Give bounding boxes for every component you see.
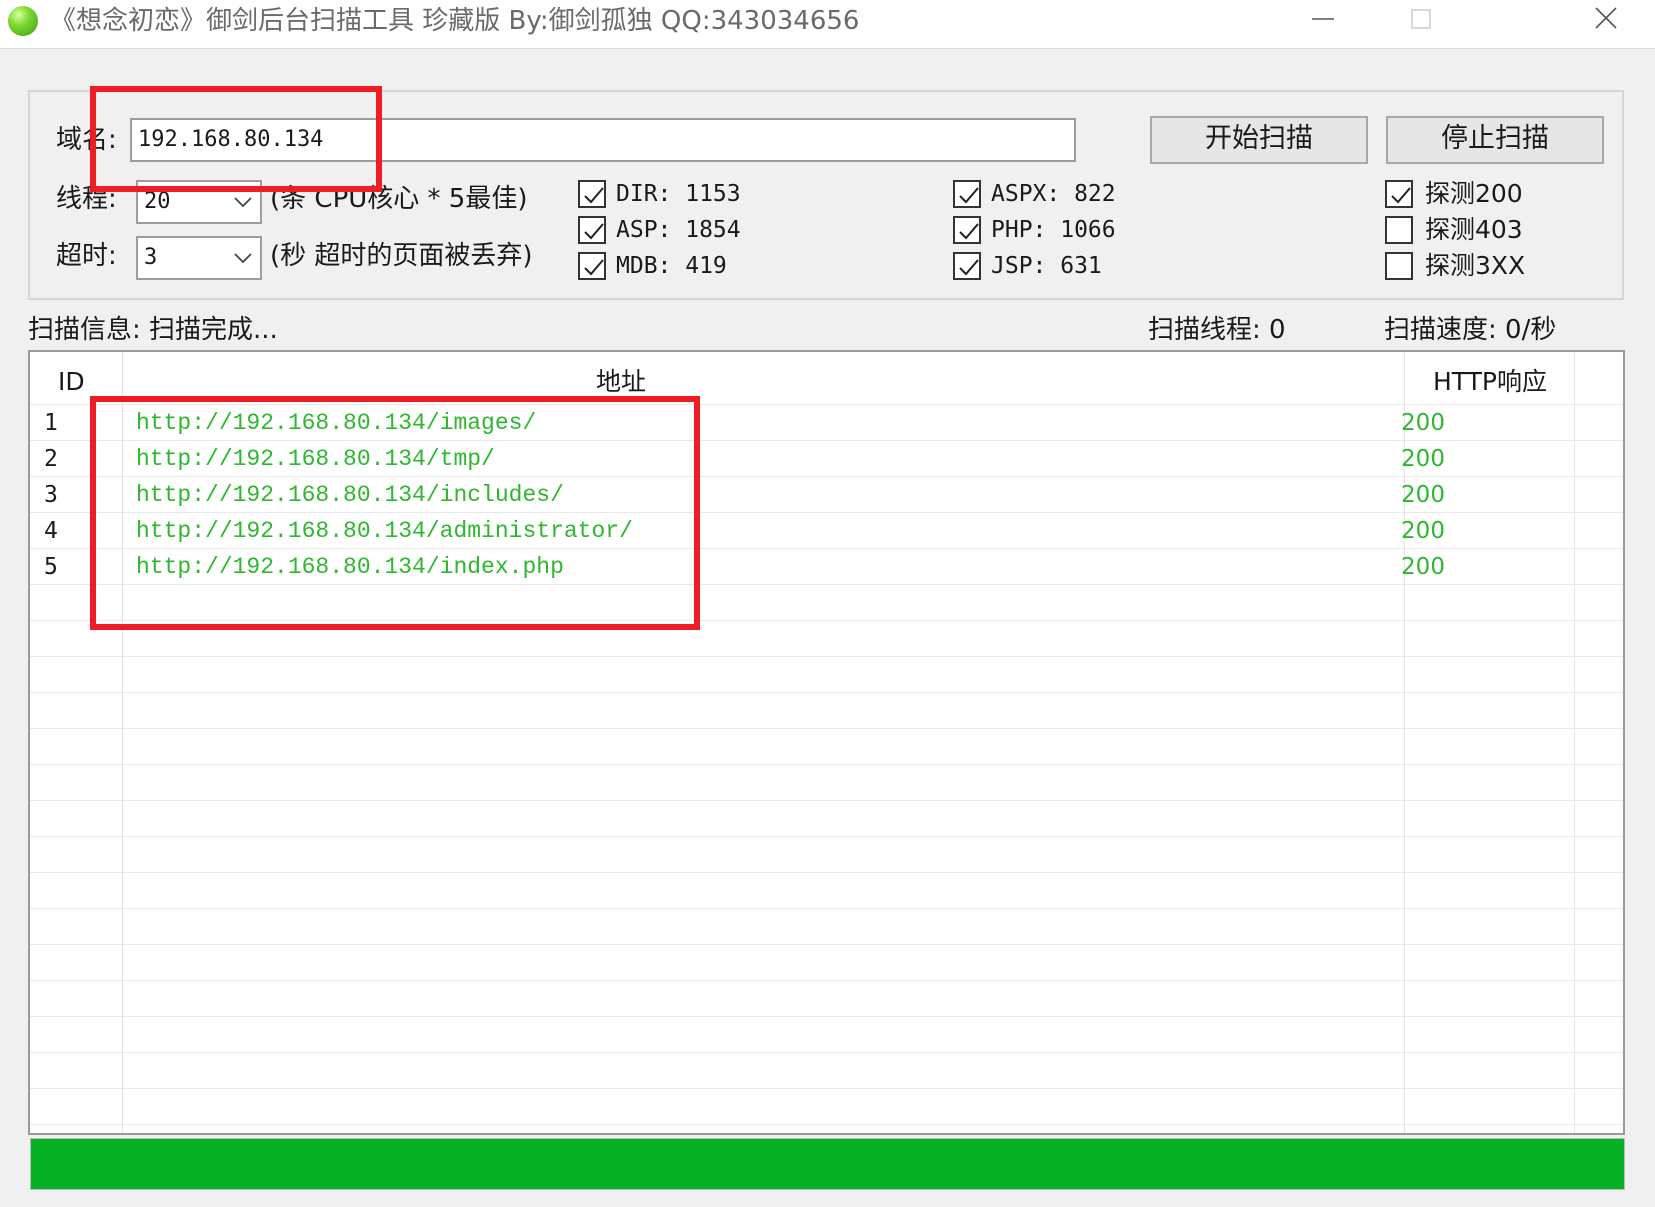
dict-label: ASP: 1854 [616,217,741,243]
row-divider [30,980,1623,981]
row-divider [30,1088,1623,1089]
start-scan-button[interactable]: 开始扫描 [1150,116,1368,164]
row-divider [30,692,1623,693]
dict-label: MDB: 419 [616,253,727,279]
row-divider [30,1124,1623,1125]
row-id: 1 [44,410,58,436]
row-id: 5 [44,554,58,580]
row-divider [30,728,1623,729]
detect-label: 探测3XX [1425,251,1526,280]
checkbox[interactable] [1385,180,1413,208]
column-header-address[interactable]: 地址 [596,366,646,398]
checkmark-icon [959,187,979,204]
checkbox[interactable] [1385,216,1413,244]
minimize-icon [1312,18,1334,20]
chevron-down-icon [234,253,252,264]
row-divider [30,908,1623,909]
timeout-hint: (秒 超时的页面被丢弃) [270,241,533,271]
checkmark-icon [959,259,979,276]
column-header-id[interactable]: ID [58,366,85,398]
minimize-button[interactable] [1278,0,1368,40]
dict-label: PHP: 1066 [991,217,1116,243]
highlight-box-domain [90,86,382,192]
row-divider [30,836,1623,837]
checkbox[interactable] [953,252,981,280]
row-id: 3 [44,482,58,508]
scan-threads-text: 扫描线程: 0 [1148,315,1286,345]
dict-label: JSP: 631 [991,253,1102,279]
close-button[interactable] [1560,0,1650,40]
timeout-select[interactable]: 3 [136,236,262,280]
row-divider [30,944,1623,945]
timeout-label: 超时: [56,241,117,271]
scan-progress-bar [30,1138,1625,1190]
row-http-code: 200 [1401,410,1445,436]
checkmark-icon [959,223,979,240]
checkbox[interactable] [578,216,606,244]
maximize-button[interactable] [1376,0,1466,40]
row-divider [30,656,1623,657]
row-divider [30,800,1623,801]
dict-label: DIR: 1153 [616,181,741,207]
scan-progress-fill [31,1139,1624,1189]
row-http-code: 200 [1401,446,1445,472]
checkbox[interactable] [1385,252,1413,280]
checkbox[interactable] [578,252,606,280]
dict-label: ASPX: 822 [991,181,1116,207]
maximize-icon [1411,9,1431,29]
checkmark-icon [584,223,604,240]
row-http-code: 200 [1401,482,1445,508]
detect-label: 探测403 [1425,215,1523,244]
column-header-http[interactable]: HTTP响应 [1433,366,1547,398]
checkbox[interactable] [953,216,981,244]
stop-scan-button[interactable]: 停止扫描 [1386,116,1604,164]
window-title: 《想念初恋》御剑后台扫描工具 珍藏版 By:御剑孤独 QQ:343034656 [50,6,860,36]
checkbox[interactable] [953,180,981,208]
row-divider [30,1016,1623,1017]
checkmark-icon [584,259,604,276]
row-divider [30,872,1623,873]
row-divider [30,764,1623,765]
checkmark-icon [1391,187,1411,204]
row-http-code: 200 [1401,518,1445,544]
app-icon [8,6,38,36]
scan-info-text: 扫描信息: 扫描完成... [28,315,278,345]
row-divider [30,1052,1623,1053]
highlight-box-results [90,396,700,630]
checkbox[interactable] [578,180,606,208]
row-id: 2 [44,446,58,472]
title-bar: 《想念初恋》御剑后台扫描工具 珍藏版 By:御剑孤独 QQ:343034656 [0,0,1655,49]
close-icon [1595,7,1617,29]
row-http-code: 200 [1401,554,1445,580]
checkmark-icon [584,187,604,204]
row-id: 4 [44,518,58,544]
detect-label: 探测200 [1425,179,1523,208]
timeout-select-value: 3 [144,245,158,270]
scan-speed-text: 扫描速度: 0/秒 [1384,315,1557,345]
